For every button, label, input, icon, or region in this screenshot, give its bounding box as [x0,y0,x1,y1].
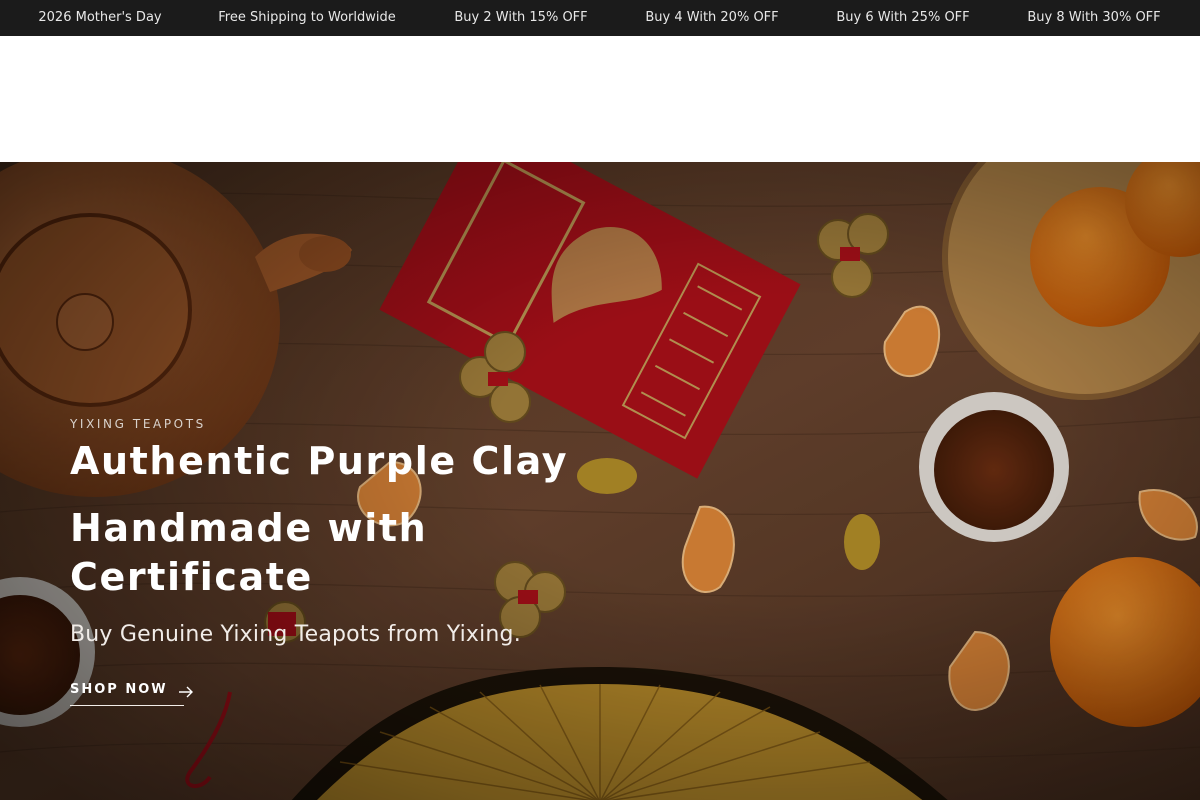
hero-subheading: Buy Genuine Yixing Teapots from Yixing. [70,622,521,647]
announcement-message: Buy 4 With 20% OFF [645,10,779,25]
arrow-right-icon [178,685,194,703]
announcement-message: Buy 8 With 30% OFF [1027,10,1161,25]
hero-eyebrow: YIXING TEAPOTS [70,417,206,431]
shop-now-link[interactable]: SHOP NOW [70,682,193,706]
site-header [0,36,1200,162]
announcement-bar: 2026 Mother's Day Free Shipping to World… [0,0,1200,36]
announcement-message: Free Shipping to Worldwide [218,10,396,25]
hero-headline-line2: Handmade with Certificate [70,506,428,599]
hero-banner: YIXING TEAPOTS Authentic Purple Clay Han… [0,162,1200,800]
hero-headline-line1: Authentic Purple Clay [70,439,569,483]
announcement-message: Buy 2 With 15% OFF [454,10,588,25]
announcement-message: 2026 Mother's Day [38,10,162,25]
announcement-message: Buy 6 With 25% OFF [836,10,970,25]
shop-now-label: SHOP NOW [70,682,168,697]
